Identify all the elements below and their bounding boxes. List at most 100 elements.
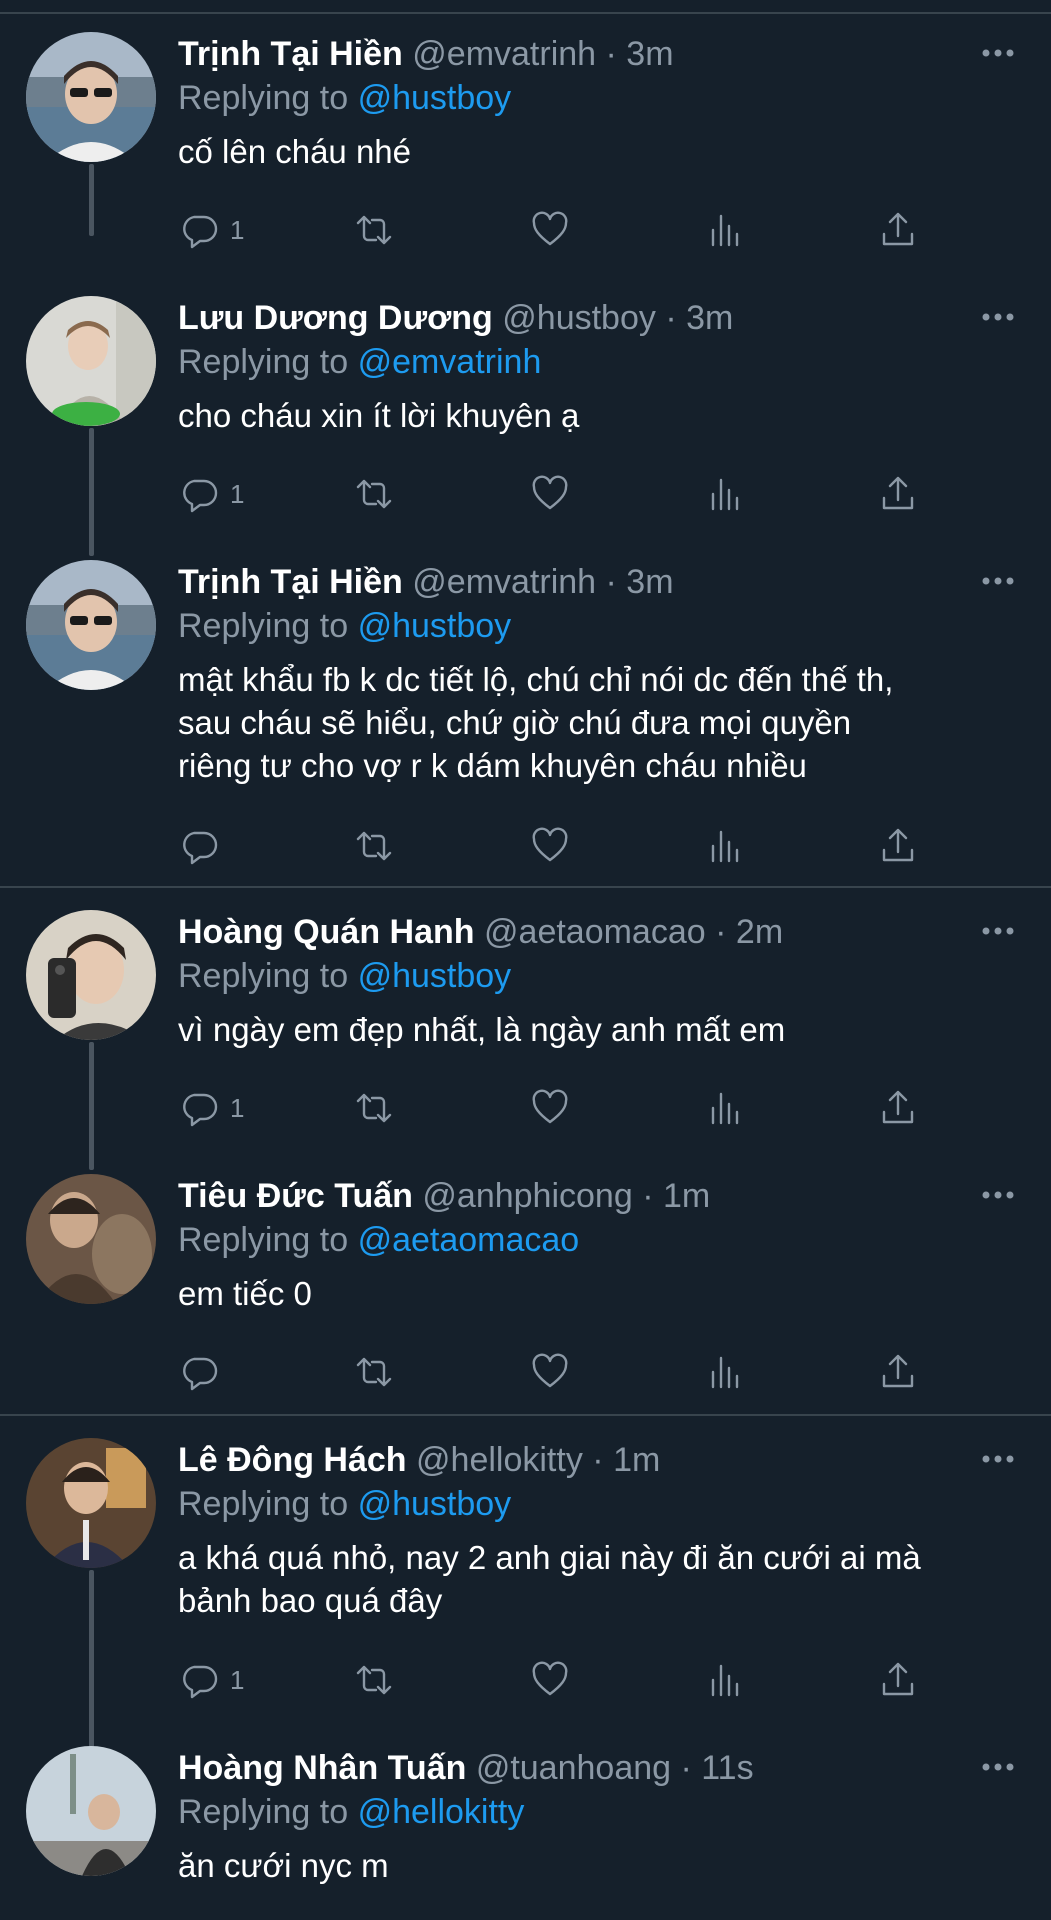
share-icon <box>882 212 914 246</box>
author-name[interactable]: Hoàng Quán Hanh <box>178 913 475 951</box>
thread-divider <box>0 886 1051 888</box>
replying-to-mention[interactable]: @hustboy <box>358 607 512 645</box>
reply-button[interactable]: 1 <box>180 208 244 252</box>
timestamp[interactable]: 3m <box>626 35 673 73</box>
timestamp[interactable]: 11s <box>701 1749 753 1787</box>
timestamp[interactable]: 2m <box>736 913 783 951</box>
more-options-icon[interactable] <box>980 38 1016 68</box>
replying-to-label: Replying to <box>178 343 349 381</box>
top-divider <box>0 12 1051 14</box>
like-button[interactable] <box>530 472 570 516</box>
separator: · <box>605 563 617 601</box>
views-button[interactable] <box>705 1086 745 1130</box>
avatar[interactable] <box>26 32 156 162</box>
author-handle[interactable]: @emvatrinh <box>412 563 596 601</box>
share-icon <box>882 1662 914 1696</box>
avatar[interactable] <box>26 1746 156 1876</box>
author-name[interactable]: Lê Đông Hách <box>178 1441 407 1479</box>
like-button[interactable] <box>530 1086 570 1130</box>
avatar-photo-icon <box>26 910 156 1040</box>
avatar[interactable] <box>26 910 156 1040</box>
views-button[interactable] <box>705 472 745 516</box>
replying-to-label: Replying to <box>178 1221 349 1259</box>
action-bar: 1 <box>0 472 1051 516</box>
share-button[interactable] <box>878 1086 918 1130</box>
like-button[interactable] <box>530 208 570 252</box>
reply-icon <box>183 479 218 513</box>
reply-button[interactable]: 1 <box>180 1086 244 1130</box>
timestamp[interactable]: 3m <box>686 299 733 337</box>
action-bar: 1 <box>0 208 1051 252</box>
author-name[interactable]: Hoàng Nhân Tuấn <box>178 1749 466 1787</box>
reply-button[interactable] <box>180 824 230 868</box>
share-button[interactable] <box>878 472 918 516</box>
more-options-icon[interactable] <box>980 1752 1016 1782</box>
retweet-icon <box>356 1665 392 1695</box>
views-button[interactable] <box>705 208 745 252</box>
retweet-button[interactable] <box>354 1086 394 1130</box>
timestamp[interactable]: 3m <box>626 563 673 601</box>
replying-to-mention[interactable]: @hustboy <box>358 79 512 117</box>
like-button[interactable] <box>530 1350 570 1394</box>
replying-to-mention[interactable]: @hellokitty <box>358 1793 525 1831</box>
avatar-photo-icon <box>26 1174 156 1304</box>
author-handle[interactable]: @anhphicong <box>422 1177 632 1215</box>
more-options-icon[interactable] <box>980 302 1016 332</box>
replying-to-mention[interactable]: @aetaomacao <box>358 1221 580 1259</box>
reply-button[interactable]: 1 <box>180 472 244 516</box>
retweet-button[interactable] <box>354 208 394 252</box>
more-options-icon[interactable] <box>980 1444 1016 1474</box>
timestamp[interactable]: 1m <box>613 1441 660 1479</box>
avatar[interactable] <box>26 560 156 690</box>
views-icon <box>711 1664 739 1697</box>
author-handle[interactable]: @tuanhoang <box>476 1749 671 1787</box>
tweet-text: cố lên cháu nhé <box>178 130 1028 173</box>
retweet-button[interactable] <box>354 824 394 868</box>
views-button[interactable] <box>705 824 745 868</box>
author-name[interactable]: Trịnh Tại Hiền <box>178 563 403 601</box>
avatar[interactable] <box>26 1174 156 1304</box>
avatar-photo-icon <box>26 32 156 162</box>
views-button[interactable] <box>705 1658 745 1702</box>
views-icon <box>711 478 739 511</box>
author-name[interactable]: Lưu Dương Dương <box>178 299 493 337</box>
views-button[interactable] <box>705 1350 745 1394</box>
author-handle[interactable]: @aetaomacao <box>484 913 706 951</box>
share-button[interactable] <box>878 1658 918 1702</box>
heart-icon <box>532 1353 568 1388</box>
more-options-icon[interactable] <box>980 916 1016 946</box>
replying-to: Replying to @aetaomacao <box>178 1218 579 1262</box>
separator: · <box>680 1749 692 1787</box>
author-handle[interactable]: @emvatrinh <box>412 35 596 73</box>
avatar[interactable] <box>26 1438 156 1568</box>
author-handle[interactable]: @hellokitty <box>416 1441 583 1479</box>
avatar[interactable] <box>26 296 156 426</box>
heart-icon <box>532 1089 568 1124</box>
retweet-button[interactable] <box>354 1350 394 1394</box>
retweet-button[interactable] <box>354 472 394 516</box>
reply-button[interactable]: 1 <box>180 1658 244 1702</box>
author-name[interactable]: Trịnh Tại Hiền <box>178 35 403 73</box>
retweet-button[interactable] <box>354 1658 394 1702</box>
replying-to-mention[interactable]: @emvatrinh <box>358 343 542 381</box>
replying-to-mention[interactable]: @hustboy <box>358 957 512 995</box>
views-icon <box>711 1356 739 1389</box>
reply-button[interactable] <box>180 1350 230 1394</box>
share-button[interactable] <box>878 1350 918 1394</box>
replying-to-mention[interactable]: @hustboy <box>358 1485 512 1523</box>
tweet-text: mật khẩu fb k dc tiết lộ, chú chỉ nói dc… <box>178 658 1028 787</box>
reply-icon <box>183 1093 218 1127</box>
author-handle[interactable]: @hustboy <box>502 299 656 337</box>
more-options-icon[interactable] <box>980 566 1016 596</box>
share-button[interactable] <box>878 824 918 868</box>
timestamp[interactable]: 1m <box>663 1177 710 1215</box>
more-options-icon[interactable] <box>980 1180 1016 1210</box>
author-name[interactable]: Tiêu Đức Tuấn <box>178 1177 413 1215</box>
replying-to: Replying to @hustboy <box>178 954 511 998</box>
views-icon <box>711 830 739 863</box>
reply-count: 1 <box>230 1092 245 1123</box>
like-button[interactable] <box>530 1658 570 1702</box>
like-button[interactable] <box>530 824 570 868</box>
reply-feed: Trịnh Tại Hiền @emvatrinh · 3m Replying … <box>0 0 1051 1920</box>
share-button[interactable] <box>878 208 918 252</box>
